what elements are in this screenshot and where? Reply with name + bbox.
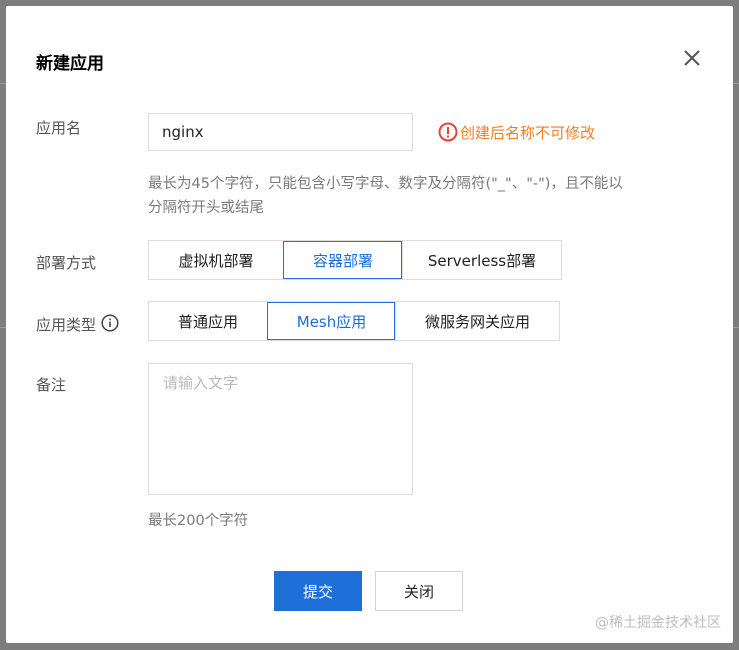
name-warning-text: 创建后名称不可修改 xyxy=(460,123,596,142)
exclamation-circle-icon xyxy=(438,122,458,142)
app-name-label: 应用名 xyxy=(36,119,82,137)
deploy-method-selector: 虚拟机部署 容器部署 Serverless部署 xyxy=(148,240,562,280)
close-button[interactable]: 关闭 xyxy=(375,571,463,611)
close-icon[interactable] xyxy=(680,46,704,70)
deploy-method-label: 部署方式 xyxy=(36,254,97,272)
watermark: @稀土掘金技术社区 xyxy=(595,615,721,631)
new-app-dialog: 新建应用 应用名 创建后名称不可修改 最长为45个字符，只能包含小写字母、数字及… xyxy=(6,6,733,643)
app-name-input[interactable] xyxy=(148,113,413,151)
dialog-title: 新建应用 xyxy=(36,54,104,74)
name-help-line: 最长为45个字符，只能包含小写字母、数字及分隔符("_"、"-")，且不能以 xyxy=(148,176,623,192)
deploy-option-vm[interactable]: 虚拟机部署 xyxy=(149,241,283,279)
app-type-option-mesh[interactable]: Mesh应用 xyxy=(267,302,395,340)
remark-limit-text: 最长200个字符 xyxy=(148,513,249,529)
deploy-option-container[interactable]: 容器部署 xyxy=(283,241,402,279)
app-type-option-normal[interactable]: 普通应用 xyxy=(149,302,267,340)
name-warning: 创建后名称不可修改 xyxy=(438,120,595,144)
remark-label: 备注 xyxy=(36,376,67,394)
name-help-text: 最长为45个字符，只能包含小写字母、数字及分隔符("_"、"-")，且不能以 分… xyxy=(148,172,688,220)
info-circle-icon[interactable] xyxy=(101,314,119,332)
submit-button[interactable]: 提交 xyxy=(274,571,362,611)
name-help-line: 分隔符开头或结尾 xyxy=(148,200,264,216)
app-type-selector: 普通应用 Mesh应用 微服务网关应用 xyxy=(148,301,560,341)
app-type-option-gateway[interactable]: 微服务网关应用 xyxy=(395,302,559,340)
deploy-option-serverless[interactable]: Serverless部署 xyxy=(402,241,561,279)
remark-textarea[interactable] xyxy=(148,363,413,495)
app-type-label: 应用类型 xyxy=(36,316,97,334)
